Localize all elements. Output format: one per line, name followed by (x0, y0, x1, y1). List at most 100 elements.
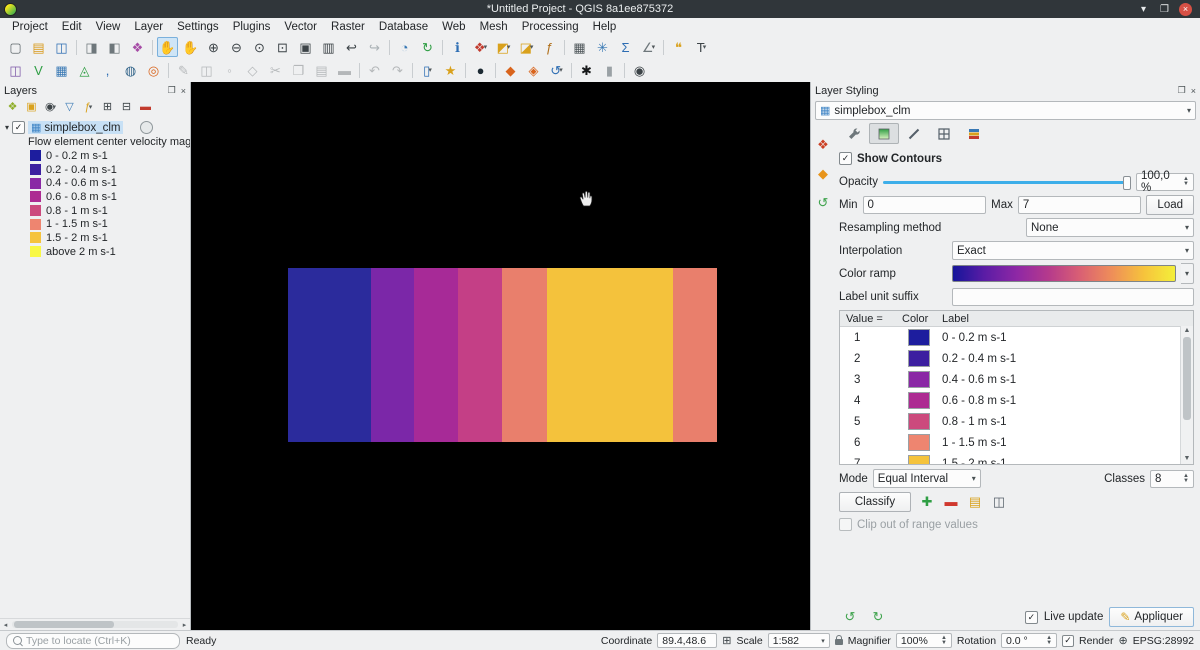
add-vector-layer-icon[interactable]: V (28, 61, 49, 81)
opacity-slider[interactable] (883, 174, 1131, 190)
close-panel-icon[interactable]: × (1191, 86, 1196, 96)
temporal-controller-icon[interactable]: ◔ (394, 37, 415, 57)
legend-item[interactable]: 0 - 0.2 m s-1 (0, 149, 190, 163)
close-panel-icon[interactable]: × (181, 86, 186, 96)
menu-processing[interactable]: Processing (515, 20, 586, 34)
table-row[interactable]: 50.8 - 1 m s-1 (840, 411, 1193, 432)
statistics-icon[interactable]: Σ (615, 37, 636, 57)
zoom-to-selection-icon[interactable]: ▣ (295, 37, 316, 57)
scroll-left-icon[interactable]: ◂ (0, 621, 11, 629)
undo-style-icon[interactable]: ↺ (839, 607, 861, 627)
slider-handle[interactable] (1123, 176, 1131, 190)
scroll-track[interactable] (1183, 336, 1191, 454)
menu-layer[interactable]: Layer (127, 20, 170, 34)
add-mesh-layer-icon[interactable]: ◬ (74, 61, 95, 81)
spin-arrows-icon[interactable]: ▲▼ (1046, 636, 1052, 645)
rotation-spinbox[interactable]: 0.0 ° ▲▼ (1001, 633, 1057, 648)
label-unit-suffix-input[interactable] (952, 288, 1194, 306)
web-metasearch-icon[interactable]: ● (470, 61, 491, 81)
interpolation-combobox[interactable]: Exact ▾ (952, 241, 1194, 260)
remove-layer-icon[interactable]: ▬ (137, 100, 154, 115)
collapse-all-icon[interactable]: ⊟ (118, 100, 135, 115)
legend-item[interactable]: above 2 m s-1 (0, 245, 190, 259)
spin-arrows-icon[interactable]: ▲▼ (1183, 177, 1189, 186)
menu-view[interactable]: View (89, 20, 128, 34)
menu-plugins[interactable]: Plugins (226, 20, 278, 34)
max-input[interactable]: 7 (1018, 196, 1142, 214)
history-back-icon[interactable]: ↺▾ (546, 61, 567, 81)
render-checkbox[interactable] (1062, 635, 1074, 647)
zoom-full-icon[interactable]: ⊡ (272, 37, 293, 57)
zoom-to-layer-icon[interactable]: ▥ (318, 37, 339, 57)
history-tab-icon[interactable]: ↺ (813, 192, 834, 212)
layer-name-highlight[interactable]: ▦ simplebox_clm (28, 121, 123, 134)
open-layer-styling-icon[interactable]: ❖ (4, 100, 21, 115)
table-row[interactable]: 10 - 0.2 m s-1 (840, 327, 1193, 348)
symbology-tab-icon[interactable]: ❖ (813, 134, 834, 154)
resampling-combobox[interactable]: None ▾ (1026, 218, 1194, 237)
extent-icon[interactable]: ⊞ (722, 634, 731, 647)
legend-item[interactable]: 0.8 - 1 m s-1 (0, 204, 190, 218)
label-column-header[interactable]: Label (942, 313, 1193, 325)
open-project-icon[interactable]: ▤ (28, 37, 49, 57)
text-annotation-icon[interactable]: T▾ (691, 37, 712, 57)
classes-table[interactable]: Value = Color Label 10 - 0.2 m s-120.2 -… (839, 310, 1194, 465)
deselect-features-icon[interactable]: ◪▾ (516, 37, 537, 57)
live-update-checkbox[interactable] (1025, 611, 1038, 624)
zoom-last-icon[interactable]: ↩ (341, 37, 362, 57)
report-bug-icon[interactable]: ✱ (576, 61, 597, 81)
new-print-layout-icon[interactable]: ◨ (81, 37, 102, 57)
menu-edit[interactable]: Edit (55, 20, 89, 34)
load-ramp-icon[interactable]: ▤ (964, 492, 986, 512)
mode-combobox[interactable]: Equal Interval ▾ (873, 469, 981, 488)
spin-arrows-icon[interactable]: ▲▼ (941, 636, 947, 645)
refresh-icon[interactable]: ↻ (417, 37, 438, 57)
maximize-icon[interactable]: ❐ (1158, 3, 1171, 16)
lock-icon[interactable] (835, 639, 843, 645)
processing-toolbox-icon[interactable]: ✳ (592, 37, 613, 57)
close-icon[interactable]: × (1179, 3, 1192, 16)
expand-all-icon[interactable]: ⊞ (99, 100, 116, 115)
menu-project[interactable]: Project (5, 20, 55, 34)
window-menu-icon[interactable]: ▾ (1137, 3, 1150, 16)
menu-database[interactable]: Database (372, 20, 435, 34)
datasource-manager-icon[interactable]: ◫ (5, 61, 26, 81)
add-raster-layer-icon[interactable]: ▦ (51, 61, 72, 81)
scroll-thumb[interactable] (1183, 337, 1191, 420)
placeholder-tool-icon[interactable]: ▮ (599, 61, 620, 81)
compass-icon[interactable]: ◉ (629, 61, 650, 81)
coordinate-input[interactable]: 89.4,48.6 (657, 633, 717, 648)
layer-row[interactable]: ▾ ▦ simplebox_clm (0, 120, 190, 135)
apply-button[interactable]: ✎ Appliquer (1109, 607, 1194, 627)
table-row[interactable]: 30.4 - 0.6 m s-1 (840, 369, 1193, 390)
chevron-down-icon[interactable]: ▾ (1181, 263, 1194, 284)
menu-raster[interactable]: Raster (324, 20, 372, 34)
tab-contours[interactable] (869, 123, 899, 144)
color-column-header[interactable]: Color (902, 313, 942, 325)
pan-to-selection-icon[interactable]: ✋ (180, 37, 201, 57)
min-input[interactable]: 0 (863, 196, 987, 214)
map-tips-icon[interactable]: ❝ (668, 37, 689, 57)
spin-arrows-icon[interactable]: ▲▼ (1183, 474, 1189, 483)
zoom-next-icon[interactable]: ↪ (364, 37, 385, 57)
layer-visibility-checkbox[interactable] (12, 121, 25, 134)
locator-input[interactable]: Type to locate (Ctrl+K) (6, 633, 180, 649)
show-contours-checkbox[interactable] (839, 152, 852, 165)
scroll-track[interactable] (12, 621, 178, 628)
table-row[interactable]: 71.5 - 2 m s-1 (840, 453, 1193, 465)
add-class-icon[interactable]: ✚ (916, 492, 938, 512)
scroll-up-icon[interactable]: ▲ (1184, 326, 1191, 336)
3d-view-tab-icon[interactable]: ◆ (813, 163, 834, 183)
table-vertical-scrollbar[interactable]: ▲ ▼ (1180, 326, 1193, 464)
globe-icon[interactable]: ⊕ (1118, 634, 1127, 647)
run-feature-action-icon[interactable]: ❖▾ (470, 37, 491, 57)
float-panel-icon[interactable]: ❐ (168, 85, 176, 96)
legend-item[interactable]: 0.2 - 0.4 m s-1 (0, 163, 190, 177)
add-wms-layer-icon[interactable]: ◎ (143, 61, 164, 81)
tab-stacked-mesh-averaging[interactable] (959, 123, 989, 144)
legend-item[interactable]: 0.6 - 0.8 m s-1 (0, 190, 190, 204)
tab-general-settings[interactable] (839, 123, 869, 144)
opacity-spinbox[interactable]: 100,0 % ▲▼ (1136, 173, 1194, 191)
classes-spinbox[interactable]: 8 ▲▼ (1150, 470, 1194, 488)
magnifier-spinbox[interactable]: 100% ▲▼ (896, 633, 952, 648)
